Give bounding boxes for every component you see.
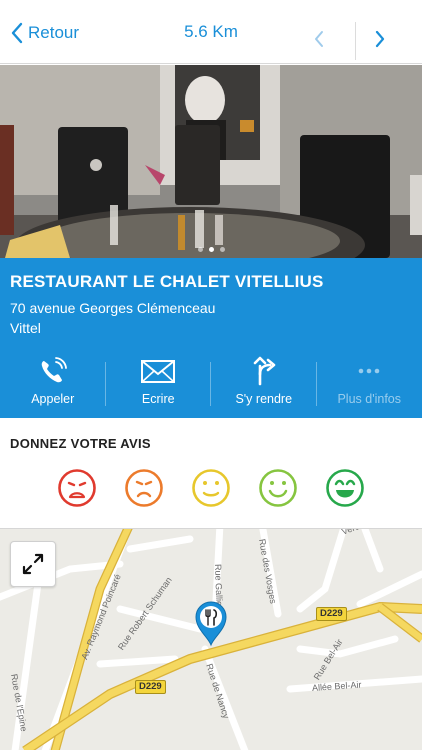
- directions-icon: [253, 356, 276, 386]
- restaurant-photo[interactable]: [0, 65, 422, 258]
- feedback-title: DONNEZ VOTRE AVIS: [10, 436, 151, 451]
- rating-smileys: [57, 468, 367, 508]
- action-divider: [316, 362, 317, 406]
- phone-icon: [41, 357, 67, 383]
- more-dots-icon: [358, 368, 380, 374]
- more-info-button[interactable]: Plus d'infos: [317, 354, 422, 418]
- neutral-smiley-icon[interactable]: [191, 468, 231, 508]
- address-line-2: Vittel: [10, 320, 41, 336]
- navigation-bar: Retour 5.6 Km: [0, 0, 422, 64]
- write-button[interactable]: Ecrire: [106, 354, 212, 418]
- gallery-dot-active[interactable]: [208, 247, 214, 252]
- action-divider: [210, 362, 211, 406]
- nav-divider: [355, 22, 356, 60]
- chevron-right-icon: [375, 30, 385, 48]
- write-label: Ecrire: [141, 392, 175, 406]
- place-info-panel: RESTAURANT LE CHALET VITELLIUS 70 avenue…: [0, 258, 422, 418]
- road-badge: D229: [135, 680, 166, 694]
- call-label: Appeler: [31, 392, 75, 406]
- action-bar: Appeler Ecrire S'y rendre Plus d'infos: [0, 354, 422, 418]
- expand-arrows-icon: [22, 553, 44, 575]
- previous-button[interactable]: [313, 30, 325, 53]
- envelope-icon: [141, 360, 176, 383]
- chevron-left-icon: [315, 31, 323, 47]
- place-name: RESTAURANT LE CHALET VITELLIUS: [10, 272, 324, 291]
- happy-smiley-icon[interactable]: [258, 468, 298, 508]
- restaurant-interior-image: [0, 65, 422, 258]
- very-unhappy-smiley-icon[interactable]: [57, 468, 97, 508]
- restaurant-map-pin-icon[interactable]: [193, 599, 229, 647]
- very-happy-smiley-icon[interactable]: [325, 468, 365, 508]
- next-button[interactable]: [374, 30, 386, 53]
- more-info-label: Plus d'infos: [337, 392, 402, 406]
- directions-label: S'y rendre: [235, 392, 293, 406]
- unhappy-smiley-icon[interactable]: [124, 468, 164, 508]
- map-view[interactable]: Av. Raymond Poincaré Rue Gallieni Rue de…: [0, 528, 422, 750]
- gallery-dot[interactable]: [219, 247, 225, 252]
- address-line-1: 70 avenue Georges Clémenceau: [10, 300, 216, 316]
- gallery-dot[interactable]: [197, 247, 203, 252]
- expand-map-button[interactable]: [10, 541, 56, 587]
- call-button[interactable]: Appeler: [0, 354, 106, 418]
- road-badge: D229: [316, 607, 347, 621]
- action-divider: [105, 362, 106, 406]
- gallery-pagination: [0, 247, 422, 252]
- directions-button[interactable]: S'y rendre: [211, 354, 317, 418]
- distance-title: 5.6 Km: [184, 22, 238, 41]
